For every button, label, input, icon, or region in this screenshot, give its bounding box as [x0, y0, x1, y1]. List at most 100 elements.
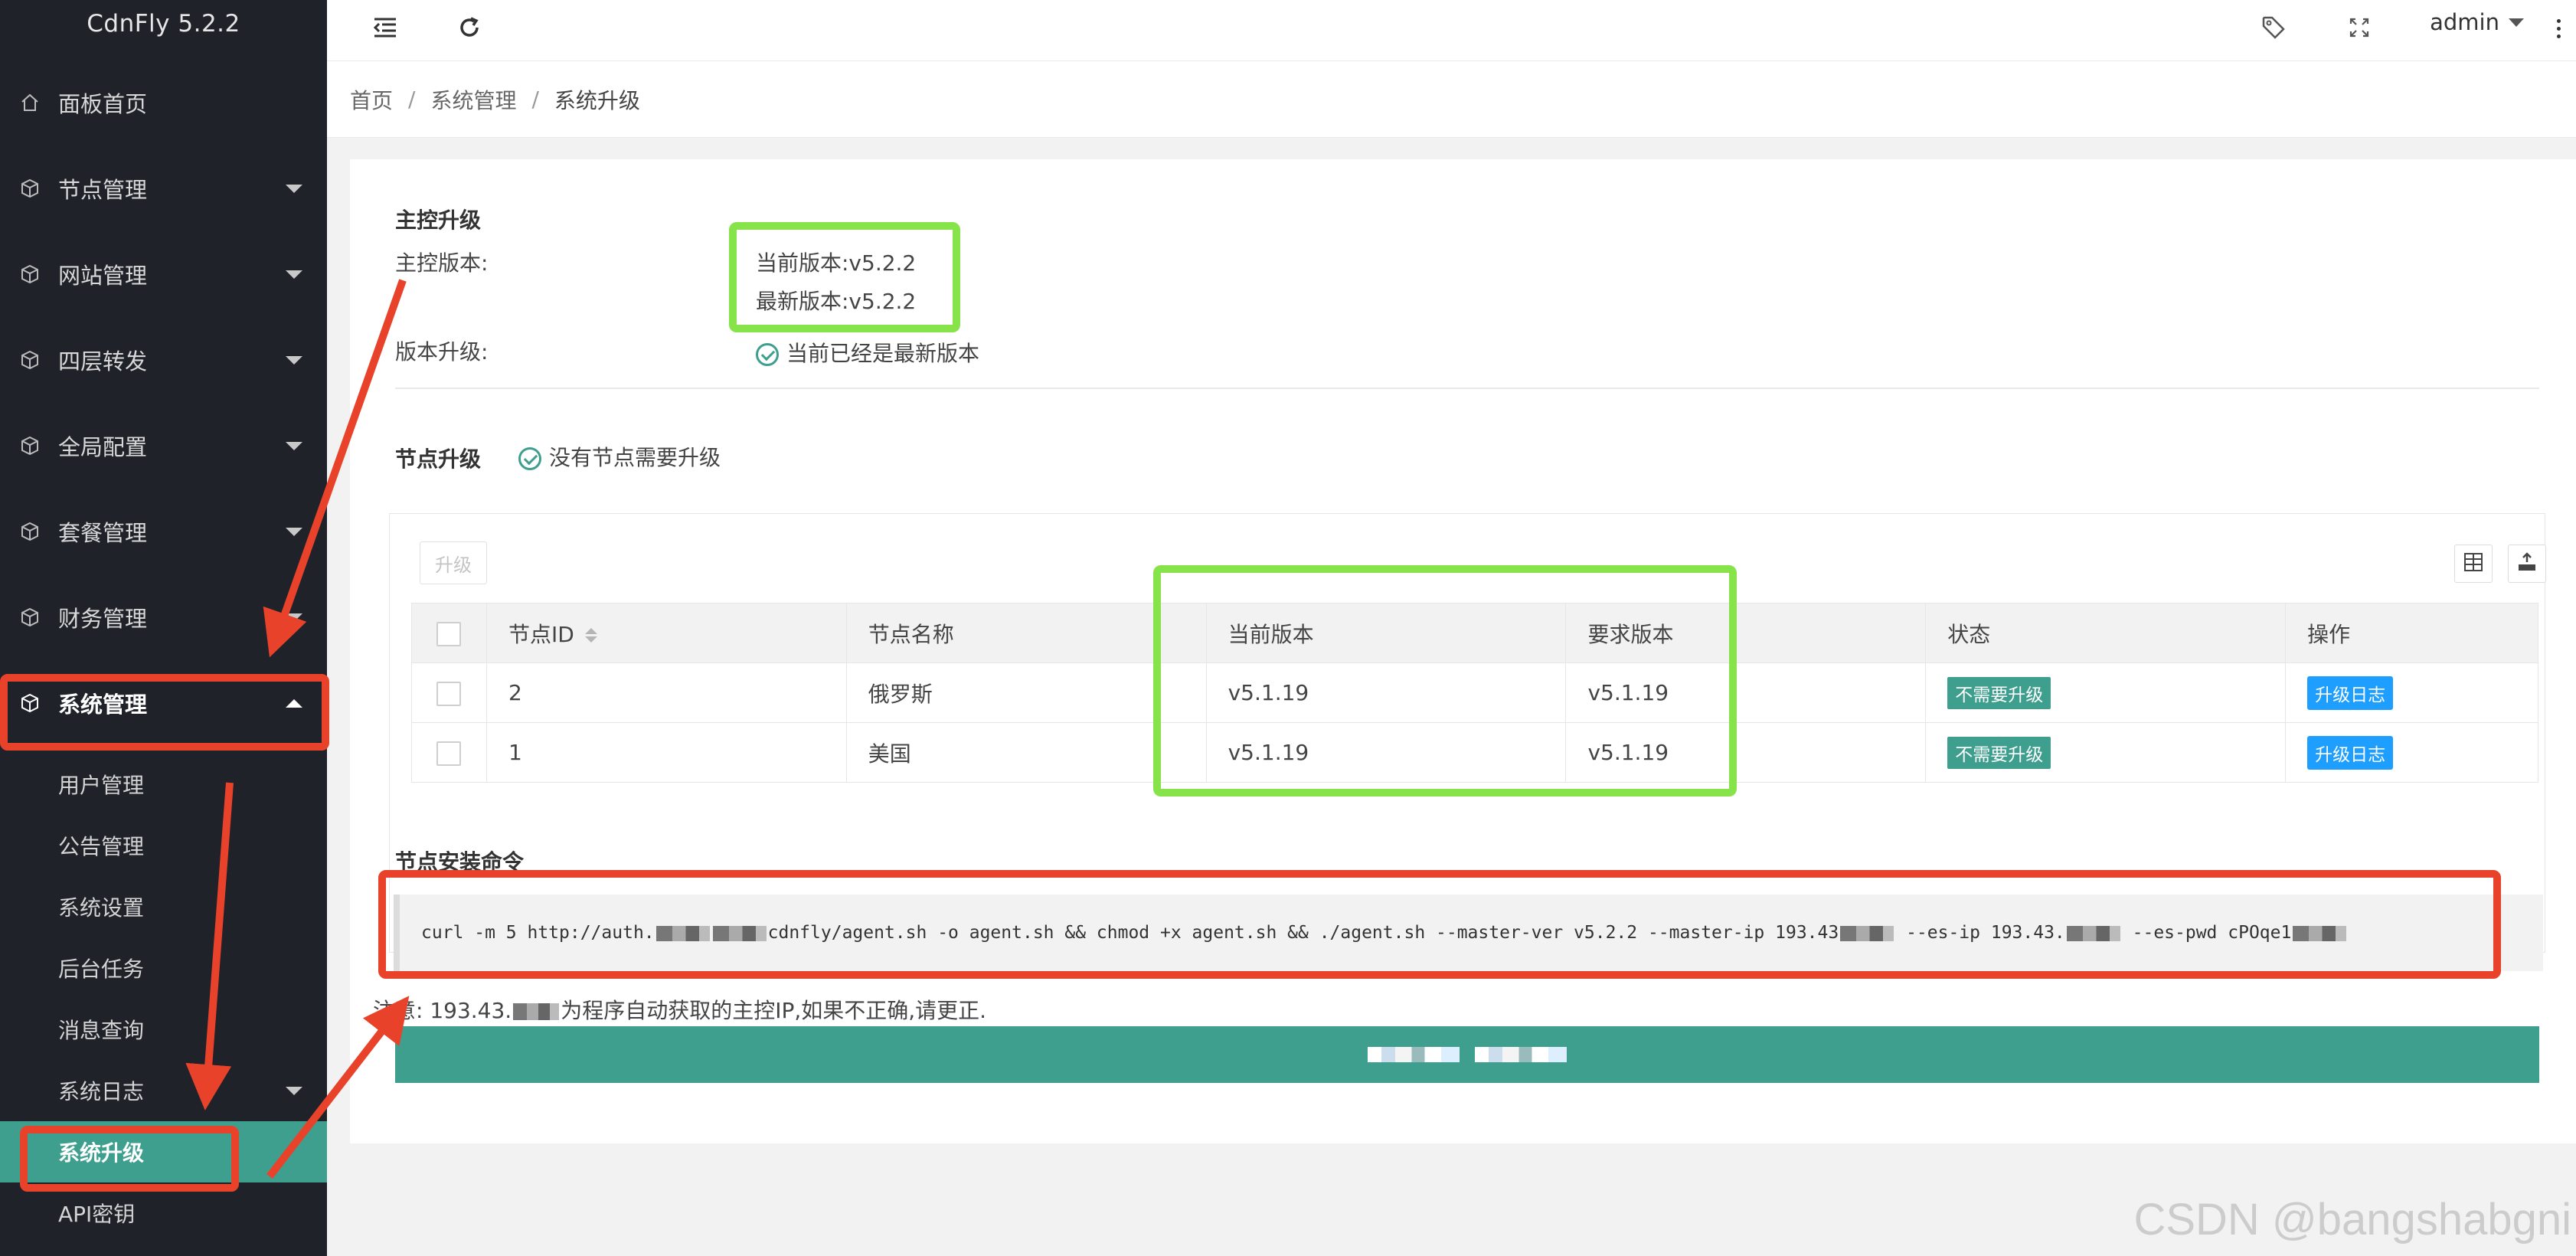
column-header-required-version: 要求版本	[1565, 603, 1927, 663]
cell-current-version: v5.1.19	[1205, 722, 1567, 783]
sidebar: CdnFly 5.2.2 面板首页 节点管理 网站管理 四层转发 全局配置 套餐…	[0, 0, 327, 1256]
install-command-text-3: --es-ip 193.43.	[1895, 923, 2065, 943]
check-circle-icon	[756, 343, 779, 366]
sidebar-item-packages[interactable]: 套餐管理	[0, 489, 327, 574]
fullscreen-button[interactable]	[2338, 8, 2381, 51]
collapse-sidebar-button[interactable]	[364, 8, 407, 51]
sidebar-subitem-label: 用户管理	[58, 773, 145, 798]
sidebar-item-label: 全局配置	[58, 434, 148, 460]
columns-icon	[2463, 551, 2484, 576]
sidebar-subitem-api-keys[interactable]: API密钥	[0, 1182, 327, 1244]
cell-required-version: v5.1.19	[1565, 662, 1927, 723]
sidebar-subitem-label: 系统升级	[58, 1140, 145, 1166]
sidebar-item-system[interactable]: 系统管理	[0, 660, 327, 746]
check-circle-icon	[518, 447, 541, 470]
cube-icon	[20, 522, 40, 541]
breadcrumb-system[interactable]: 系统管理	[430, 84, 516, 115]
refresh-button[interactable]	[448, 8, 491, 51]
chevron-down-icon	[286, 270, 302, 279]
select-all-checkbox[interactable]	[436, 621, 462, 646]
sidebar-item-l4-forward[interactable]: 四层转发	[0, 317, 327, 403]
redacted-block	[513, 1003, 560, 1020]
sidebar-subitem-tasks[interactable]: 后台任务	[0, 937, 327, 999]
column-header-status: 状态	[1925, 603, 2287, 663]
breadcrumb-separator: /	[531, 87, 539, 112]
install-command-box[interactable]: curl -m 5 http://auth. cdnfly/agent.sh -o…	[394, 895, 2543, 971]
master-ip-note: 注意: 193.43. 为程序自动获取的主控IP,如果不正确,请更正.	[373, 994, 986, 1025]
cube-icon	[20, 693, 40, 713]
redacted-button-label	[1475, 1047, 1567, 1062]
home-icon	[20, 93, 40, 113]
breadcrumb-home[interactable]: 首页	[350, 84, 393, 115]
note-prefix: 注意: 193.43.	[373, 998, 512, 1023]
cube-icon	[20, 264, 40, 284]
status-badge: 不需要升级	[1947, 736, 2051, 769]
cell-node-name: 美国	[845, 722, 1207, 783]
sidebar-subitem-settings[interactable]: 系统设置	[0, 876, 327, 937]
breadcrumb-current: 系统升级	[554, 87, 640, 113]
column-header-current-version: 当前版本	[1205, 603, 1567, 663]
sidebar-subitem-messages[interactable]: 消息查询	[0, 999, 327, 1060]
more-menu-button[interactable]	[2547, 9, 2570, 47]
cube-icon	[20, 178, 40, 198]
theme-button[interactable]	[2252, 8, 2295, 51]
sidebar-item-label: 面板首页	[58, 91, 148, 117]
sidebar-item-websites[interactable]: 网站管理	[0, 231, 327, 317]
cell-node-id: 2	[485, 662, 847, 723]
cube-icon	[20, 350, 40, 370]
dot	[2556, 34, 2561, 38]
chevron-down-icon	[286, 1086, 302, 1095]
sidebar-subitem-label: 公告管理	[58, 834, 145, 859]
sidebar-item-finance[interactable]: 财务管理	[0, 574, 327, 660]
chevron-down-icon	[286, 184, 302, 193]
row-select-cell	[411, 662, 487, 723]
divider	[395, 388, 2539, 389]
sidebar-subitem-logs[interactable]: 系统日志	[0, 1060, 327, 1121]
user-menu[interactable]: admin	[2430, 9, 2524, 35]
chevron-down-icon	[2509, 18, 2524, 27]
fullscreen-icon	[2349, 17, 2370, 41]
redacted-block	[2293, 925, 2347, 941]
export-icon	[2516, 551, 2538, 576]
chevron-down-icon	[286, 527, 302, 536]
sidebar-item-label: 财务管理	[58, 606, 148, 632]
node-upgrade-status-text: 没有节点需要升级	[549, 445, 721, 470]
breadcrumb: 首页 / 系统管理 / 系统升级	[327, 61, 2576, 138]
upgrade-button[interactable]: 升级	[420, 541, 487, 584]
export-button[interactable]	[2508, 545, 2546, 583]
sidebar-subitem-announcements[interactable]: 公告管理	[0, 815, 327, 876]
sort-icon[interactable]	[584, 628, 597, 643]
dot	[2556, 18, 2561, 23]
breadcrumb-separator: /	[408, 87, 416, 112]
cell-status: 不需要升级	[1925, 662, 2287, 723]
column-header-label: 节点ID	[508, 621, 574, 647]
master-section-title: 主控升级	[395, 208, 482, 233]
upgrade-log-button[interactable]: 升级日志	[2307, 675, 2394, 710]
cell-node-name: 俄罗斯	[845, 662, 1207, 723]
sidebar-item-global-config[interactable]: 全局配置	[0, 403, 327, 489]
sidebar-subitem-label: 后台任务	[58, 957, 145, 982]
sidebar-item-nodes[interactable]: 节点管理	[0, 146, 327, 231]
sidebar-subitem-upgrade[interactable]: 系统升级	[0, 1121, 327, 1182]
redacted-block	[1840, 925, 1894, 941]
sidebar-subitem-users[interactable]: 用户管理	[0, 754, 327, 815]
cell-required-version: v5.1.19	[1565, 722, 1927, 783]
master-version-label: 主控版本:	[395, 250, 489, 276]
sidebar-item-dashboard[interactable]: 面板首页	[0, 60, 327, 146]
cell-action: 升级日志	[2285, 662, 2538, 723]
cube-icon	[20, 607, 40, 627]
cell-action: 升级日志	[2285, 722, 2538, 783]
cell-status: 不需要升级	[1925, 722, 2287, 783]
column-header-id[interactable]: 节点ID	[485, 603, 847, 663]
sidebar-item-label: 节点管理	[58, 177, 148, 203]
columns-filter-button[interactable]	[2454, 545, 2493, 583]
redacted-block	[2066, 925, 2120, 941]
chevron-up-icon	[286, 698, 302, 708]
chevron-down-icon	[286, 613, 302, 622]
watermark: CSDN @bangshabgni	[2133, 1195, 2571, 1245]
copy-command-button[interactable]	[395, 1026, 2539, 1083]
sidebar-subitem-label: 系统设置	[58, 895, 145, 921]
row-checkbox[interactable]	[436, 741, 462, 766]
row-checkbox[interactable]	[436, 681, 462, 706]
upgrade-log-button[interactable]: 升级日志	[2307, 735, 2394, 770]
